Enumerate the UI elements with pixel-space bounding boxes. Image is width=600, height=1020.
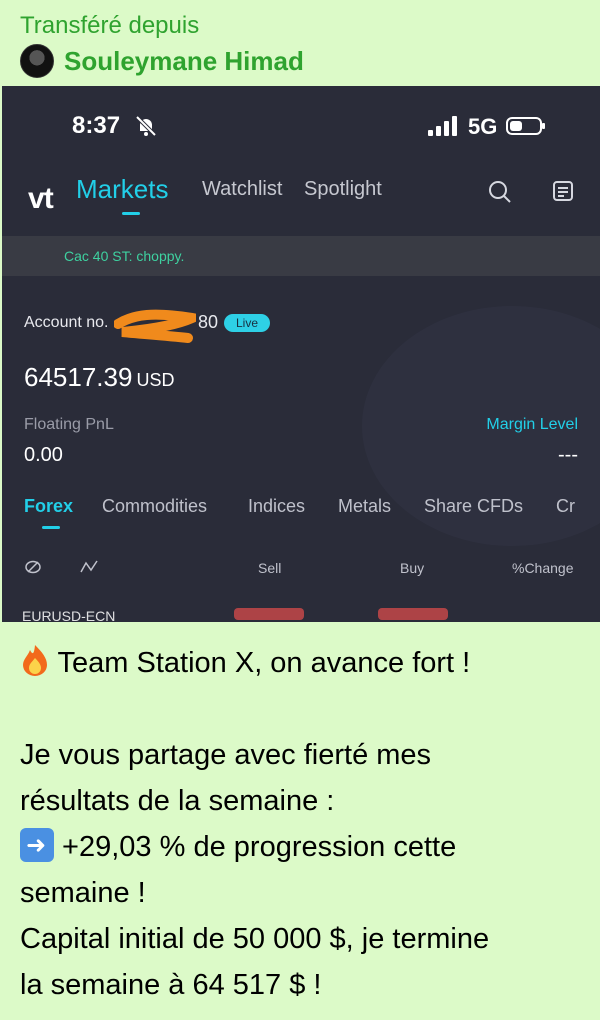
message-line: la semaine à 64 517 $ ! xyxy=(20,969,322,1001)
logo-accent: t xyxy=(43,182,54,215)
category-tab-indices[interactable]: Indices xyxy=(248,496,305,517)
tab-spotlight[interactable]: Spotlight xyxy=(304,178,382,201)
account-number-suffix: 80 xyxy=(198,312,219,332)
message-bubble[interactable]: Transféré depuis Souleymane Himad 8:37 5… xyxy=(0,0,600,1020)
forwarded-sender[interactable]: Souleymane Himad xyxy=(20,44,304,78)
sell-price-partial xyxy=(234,608,304,620)
attached-screenshot[interactable]: 8:37 5G vt Markets Watchlist Spotlight C… xyxy=(2,86,600,622)
category-tab-metals[interactable]: Metals xyxy=(338,496,391,517)
category-active-indicator xyxy=(42,526,60,529)
balance-currency: USD xyxy=(136,370,175,390)
search-icon[interactable] xyxy=(488,180,512,204)
message-text: Team Station X, on avance fort ! Je vous… xyxy=(20,640,580,1008)
live-badge: Live xyxy=(224,314,271,332)
buy-price-partial xyxy=(378,608,448,620)
news-icon[interactable] xyxy=(552,180,574,202)
message-line: Capital initial de 50 000 $, je termine xyxy=(20,923,490,955)
message-line: Je vous partage avec fierté mes xyxy=(20,739,432,771)
fire-icon xyxy=(23,645,47,676)
instrument-row-partial[interactable]: EURUSD-ECN xyxy=(22,608,115,622)
balance-value: 64517.39 xyxy=(24,362,133,392)
account-label: Account no. xyxy=(24,314,109,331)
category-tab-forex[interactable]: Forex xyxy=(24,496,73,517)
category-tab-commodities[interactable]: Commodities xyxy=(102,496,207,517)
toggle-icon[interactable] xyxy=(24,560,42,574)
bell-slash-icon xyxy=(135,115,157,137)
redaction-scribble xyxy=(114,309,196,343)
tab-watchlist[interactable]: Watchlist xyxy=(202,178,282,201)
arrow-right-icon xyxy=(20,828,54,862)
status-time: 8:37 xyxy=(72,112,121,139)
category-tab-share-cfds[interactable]: Share CFDs xyxy=(424,496,523,517)
message-line: Team Station X, on avance fort ! xyxy=(20,640,580,686)
news-ticker[interactable]: Cac 40 ST: choppy. xyxy=(2,236,600,276)
status-bar: 8:37 5G xyxy=(2,86,600,166)
column-sell: Sell xyxy=(258,560,282,576)
tab-active-indicator xyxy=(122,212,140,215)
forwarded-label: Transféré depuis xyxy=(20,12,200,39)
category-tab-crypto[interactable]: Cr xyxy=(556,496,575,517)
signal-bars-icon xyxy=(428,116,457,136)
floating-pnl-label: Floating PnL xyxy=(24,416,114,433)
account-balance: 64517.39 USD xyxy=(24,362,174,393)
column-buy: Buy xyxy=(400,560,425,576)
app-logo[interactable]: vt xyxy=(28,182,54,216)
network-type: 5G xyxy=(468,114,498,139)
column-change: %Change xyxy=(512,560,574,576)
avatar[interactable] xyxy=(20,44,54,78)
floating-pnl-value: 0.00 xyxy=(24,444,63,466)
margin-level-value: --- xyxy=(558,444,578,466)
message-line: résultats de la semaine : xyxy=(20,785,335,817)
message-line: +29,03 % de progression cette xyxy=(20,824,580,870)
chart-line-icon[interactable] xyxy=(80,560,98,574)
sender-name[interactable]: Souleymane Himad xyxy=(64,46,304,77)
ticker-text: Cac 40 ST: choppy. xyxy=(64,248,185,264)
message-line: semaine ! xyxy=(20,877,146,909)
tab-markets[interactable]: Markets xyxy=(76,174,168,205)
margin-level-link[interactable]: Margin Level xyxy=(486,416,578,434)
battery-icon xyxy=(506,117,545,135)
